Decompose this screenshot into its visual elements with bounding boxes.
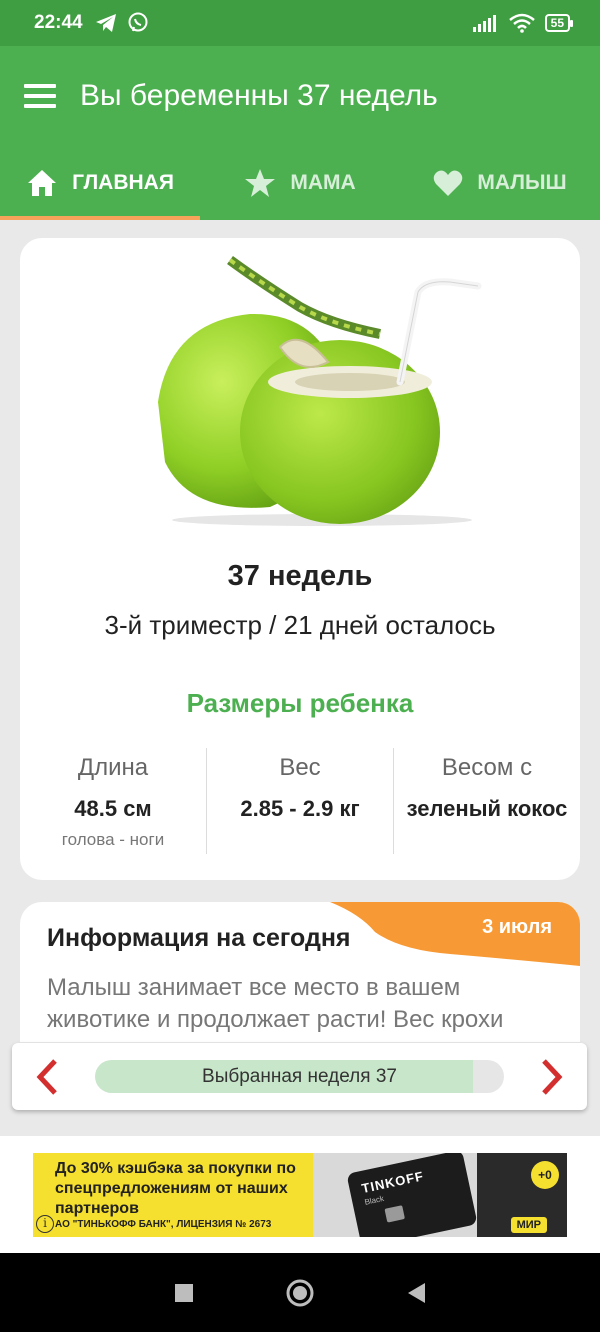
mir-logo: МИР bbox=[510, 1217, 547, 1233]
tab-baby-label: МАЛЫШ bbox=[477, 171, 567, 194]
metric-weight-value: 2.85 - 2.9 кг bbox=[240, 796, 360, 821]
week-selector: Выбранная неделя 37 bbox=[12, 1043, 587, 1110]
ad-badge: +0 bbox=[531, 1161, 559, 1189]
metric-length-label: Длина bbox=[77, 754, 149, 781]
baby-sizes-title: Размеры ребенка bbox=[186, 688, 414, 718]
metric-length-value: 48.5 см bbox=[74, 796, 152, 821]
info-title: Информация на сегодня bbox=[47, 924, 351, 952]
baby-metrics: Длина 48.5 см голова - ноги Вес 2.85 - 2… bbox=[20, 748, 580, 854]
ad-legal-text: АО "ТИНЬКОФФ БАНК", ЛИЦЕНЗИЯ № 2673 bbox=[55, 1219, 272, 1230]
ad-area: До 30% кэшбэка за покупки по спецпредлож… bbox=[0, 1136, 600, 1253]
today-info-card[interactable]: 3 июля Информация на сегодня Малыш заним… bbox=[20, 902, 580, 1042]
app-title: Вы беременны 37 недель bbox=[80, 79, 438, 112]
info-icon[interactable]: i bbox=[36, 1215, 54, 1233]
heart-icon bbox=[434, 170, 463, 196]
info-text: Малыш занимает все место в вашем животик… bbox=[47, 974, 504, 1033]
ad-dark-panel: +0 МИР bbox=[477, 1153, 567, 1237]
next-week-button[interactable] bbox=[517, 1043, 587, 1110]
week-progress-bar[interactable]: Выбранная неделя 37 bbox=[95, 1060, 504, 1093]
metric-length-note: голова - ноги bbox=[61, 830, 165, 849]
battery-indicator: 55 bbox=[544, 14, 574, 32]
card-chip bbox=[384, 1205, 405, 1223]
home-icon bbox=[28, 170, 57, 196]
tab-mom[interactable]: МАМА bbox=[200, 146, 400, 220]
card-sub: Black bbox=[363, 1193, 385, 1207]
signal-icon bbox=[472, 15, 496, 32]
metric-length: Длина 48.5 см голова - ноги bbox=[20, 748, 206, 854]
tab-baby[interactable]: МАЛЫШ bbox=[400, 146, 600, 220]
chevron-right-icon bbox=[542, 1058, 563, 1095]
tab-bar: ГЛАВНАЯ МАМА МАЛЫШ bbox=[0, 146, 600, 220]
bank-card-image: TINKOFF Black bbox=[346, 1153, 478, 1237]
selected-week-label: Выбранная неделя 37 bbox=[202, 1066, 397, 1087]
card-brand: TINKOFF bbox=[360, 1168, 426, 1197]
coconut-illustration bbox=[158, 255, 482, 526]
status-time: 22:44 bbox=[34, 12, 83, 33]
recent-apps-icon[interactable] bbox=[173, 1282, 195, 1304]
date-badge: 3 июля bbox=[482, 916, 552, 938]
star-icon bbox=[245, 169, 276, 197]
ad-text: До 30% кэшбэка за покупки по спецпредлож… bbox=[55, 1160, 296, 1217]
telegram-icon bbox=[95, 14, 116, 32]
tab-mom-label: МАМА bbox=[290, 171, 356, 194]
system-nav-bar bbox=[0, 1253, 600, 1332]
week-summary-card: 37 недель 3-й триместр / 21 дней осталос… bbox=[20, 238, 580, 880]
home-button-icon[interactable] bbox=[285, 1278, 315, 1308]
back-icon[interactable] bbox=[405, 1281, 427, 1305]
metric-comparison-label: Весом с bbox=[441, 754, 533, 781]
week-title: 37 недель bbox=[227, 560, 373, 592]
chevron-left-icon bbox=[36, 1058, 57, 1095]
tab-home[interactable]: ГЛАВНАЯ bbox=[0, 146, 200, 220]
previous-week-button[interactable] bbox=[12, 1043, 82, 1110]
ad-visual: TINKOFF Black +0 МИР bbox=[313, 1153, 567, 1237]
metric-weight-label: Вес bbox=[279, 754, 321, 781]
metric-comparison: Весом с зеленый кокос bbox=[393, 748, 580, 854]
viber-icon bbox=[128, 12, 148, 32]
menu-icon[interactable] bbox=[0, 46, 80, 146]
wifi-icon bbox=[508, 13, 535, 33]
ad-banner[interactable]: До 30% кэшбэка за покупки по спецпредлож… bbox=[33, 1153, 567, 1237]
metric-weight: Вес 2.85 - 2.9 кг bbox=[206, 748, 393, 854]
trimester-info: 3-й триместр / 21 дней осталось bbox=[104, 610, 496, 640]
metric-comparison-value: зеленый кокос bbox=[406, 796, 568, 821]
tab-home-label: ГЛАВНАЯ bbox=[72, 171, 174, 194]
status-bar: 22:44 55 bbox=[0, 0, 600, 46]
app-bar: Вы беременны 37 недель bbox=[0, 46, 600, 146]
